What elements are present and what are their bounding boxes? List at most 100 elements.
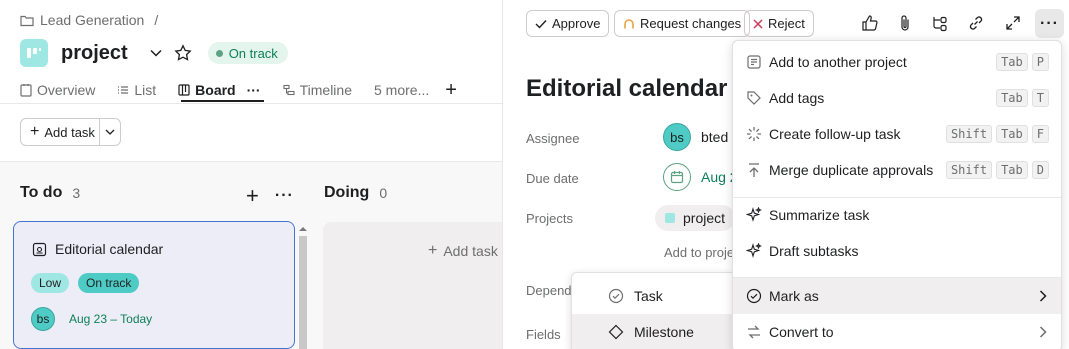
tab-board[interactable]: Board ··· xyxy=(178,79,261,101)
menu-item-create-follow-up[interactable]: Create follow-up task Shift Tab F xyxy=(733,116,1061,152)
project-tabs: Overview List Board ··· Timeline 5 more.… xyxy=(20,78,457,102)
star-icon[interactable] xyxy=(174,44,192,62)
task-card[interactable]: Editorial calendar Low On track bs Aug 2… xyxy=(13,221,295,349)
active-tab-indicator xyxy=(181,100,264,102)
tabs-divider xyxy=(0,103,502,104)
scrollbar-thumb[interactable] xyxy=(299,236,307,349)
doing-add-task-label: Add task xyxy=(443,243,498,259)
mark-as-task-item[interactable]: Task xyxy=(572,278,734,314)
column-header-doing[interactable]: Doing 0 xyxy=(324,184,387,202)
avatar: bs xyxy=(663,123,691,151)
menu-item-add-tags[interactable]: Add tags Tab T xyxy=(733,80,1061,116)
add-card-icon[interactable]: + xyxy=(246,185,259,207)
status-tag[interactable]: On track xyxy=(78,273,140,293)
overview-icon xyxy=(20,83,32,97)
chevron-down-icon[interactable] xyxy=(150,49,162,57)
menu-item-label: Merge duplicate approvals xyxy=(769,162,934,178)
key: Shift xyxy=(945,161,993,179)
attachment-icon[interactable] xyxy=(894,12,916,34)
tab-overview-label: Overview xyxy=(37,82,96,98)
menu-item-label: Mark as xyxy=(769,288,819,304)
keyboard-shortcut: Tab T xyxy=(996,89,1049,107)
project-color-icon xyxy=(665,213,675,223)
add-tab-icon[interactable]: + xyxy=(445,80,457,100)
assignee-field[interactable]: bs bted xyxy=(663,123,728,151)
approve-button[interactable]: Approve xyxy=(526,10,610,37)
avatar[interactable]: bs xyxy=(31,307,55,331)
tab-options-icon[interactable]: ··· xyxy=(247,82,261,98)
project-status-badge[interactable]: On track xyxy=(207,42,288,64)
tab-list[interactable]: List xyxy=(117,79,156,101)
keyboard-shortcut: Shift Tab F xyxy=(945,125,1049,143)
approval-icon xyxy=(32,242,47,257)
task-title[interactable]: Editorial calendar xyxy=(526,75,727,103)
tab-more-label: 5 more... xyxy=(374,82,430,98)
priority-tag[interactable]: Low xyxy=(31,273,70,293)
key: Shift xyxy=(945,125,993,143)
expand-icon[interactable] xyxy=(1002,12,1024,34)
project-chip[interactable]: project xyxy=(655,205,736,231)
breadcrumb-label[interactable]: Lead Generation xyxy=(40,12,144,28)
project-status-label: On track xyxy=(228,45,278,61)
sparkle-icon xyxy=(745,206,763,224)
status-dot-icon xyxy=(215,49,223,57)
calendar-icon xyxy=(663,163,691,191)
menu-item-convert-to[interactable]: Convert to xyxy=(733,314,1061,349)
key: T xyxy=(1031,89,1049,107)
mark-as-milestone-item[interactable]: Milestone xyxy=(572,314,734,349)
project-pane: Lead Generation / project On track Overv… xyxy=(0,0,503,349)
request-changes-label: Request changes xyxy=(640,16,742,31)
menu-item-merge-approvals[interactable]: Merge duplicate approvals Shift Tab D xyxy=(733,152,1061,188)
tag-icon xyxy=(745,89,763,107)
subtasks-icon[interactable] xyxy=(929,12,951,34)
approve-label: Approve xyxy=(552,16,601,31)
plus-icon: + xyxy=(428,242,438,259)
column-header-todo[interactable]: To do 3 xyxy=(20,184,80,202)
project-chip-label: project xyxy=(683,210,726,226)
link-icon[interactable] xyxy=(965,12,987,34)
add-task-dropdown[interactable] xyxy=(100,119,120,145)
reject-label: Reject xyxy=(768,16,805,31)
menu-item-add-to-project[interactable]: Add to another project Tab P xyxy=(733,44,1061,80)
add-to-project-icon xyxy=(745,53,763,71)
menu-item-mark-as[interactable]: Mark as xyxy=(733,278,1061,314)
card-tags: Low On track xyxy=(31,273,140,293)
like-icon[interactable] xyxy=(859,12,881,34)
reject-button[interactable]: Reject xyxy=(744,10,814,37)
column-title-todo: To do xyxy=(20,184,63,201)
card-due-date[interactable]: Aug 23 – Today xyxy=(69,312,152,326)
tab-timeline[interactable]: Timeline xyxy=(283,79,352,101)
doing-add-task[interactable]: + Add task xyxy=(428,242,498,260)
add-to-projects-link[interactable]: Add to proje xyxy=(664,245,734,260)
assignee-label: Assignee xyxy=(526,131,580,146)
menu-item-label: Add tags xyxy=(769,90,825,106)
projects-label: Projects xyxy=(526,211,573,226)
menu-item-draft-subtasks[interactable]: Draft subtasks xyxy=(733,233,1061,269)
column-options-icon[interactable]: ··· xyxy=(275,187,294,205)
project-title[interactable]: project xyxy=(61,42,128,65)
tab-more[interactable]: 5 more... xyxy=(374,79,429,101)
more-options-button[interactable]: ··· xyxy=(1035,9,1064,38)
card-meta: bs Aug 23 – Today xyxy=(31,307,152,331)
check-circle-icon xyxy=(608,288,624,304)
request-changes-button[interactable]: Request changes xyxy=(614,10,751,37)
key: F xyxy=(1031,125,1049,143)
breadcrumb[interactable]: Lead Generation / xyxy=(20,12,158,28)
board-scrollbar[interactable] xyxy=(297,222,309,349)
menu-item-summarize[interactable]: Summarize task xyxy=(733,197,1061,233)
project-logo-icon[interactable] xyxy=(20,39,48,67)
due-date-field[interactable]: Aug 2 xyxy=(663,163,738,191)
sparkle-icon xyxy=(745,242,763,260)
scroll-up-icon[interactable] xyxy=(297,224,309,234)
tab-board-label: Board xyxy=(195,82,236,98)
menu-item-label: Summarize task xyxy=(769,207,870,223)
timeline-icon xyxy=(283,84,295,96)
chevron-right-icon xyxy=(1039,290,1047,302)
tab-overview[interactable]: Overview xyxy=(20,79,95,101)
more-icon: ··· xyxy=(1040,14,1059,32)
add-task-button[interactable]: + Add task xyxy=(20,118,121,146)
check-icon xyxy=(535,19,547,29)
add-task-main[interactable]: + Add task xyxy=(21,119,100,145)
folder-icon xyxy=(20,14,34,27)
project-header: project On track xyxy=(20,38,288,68)
